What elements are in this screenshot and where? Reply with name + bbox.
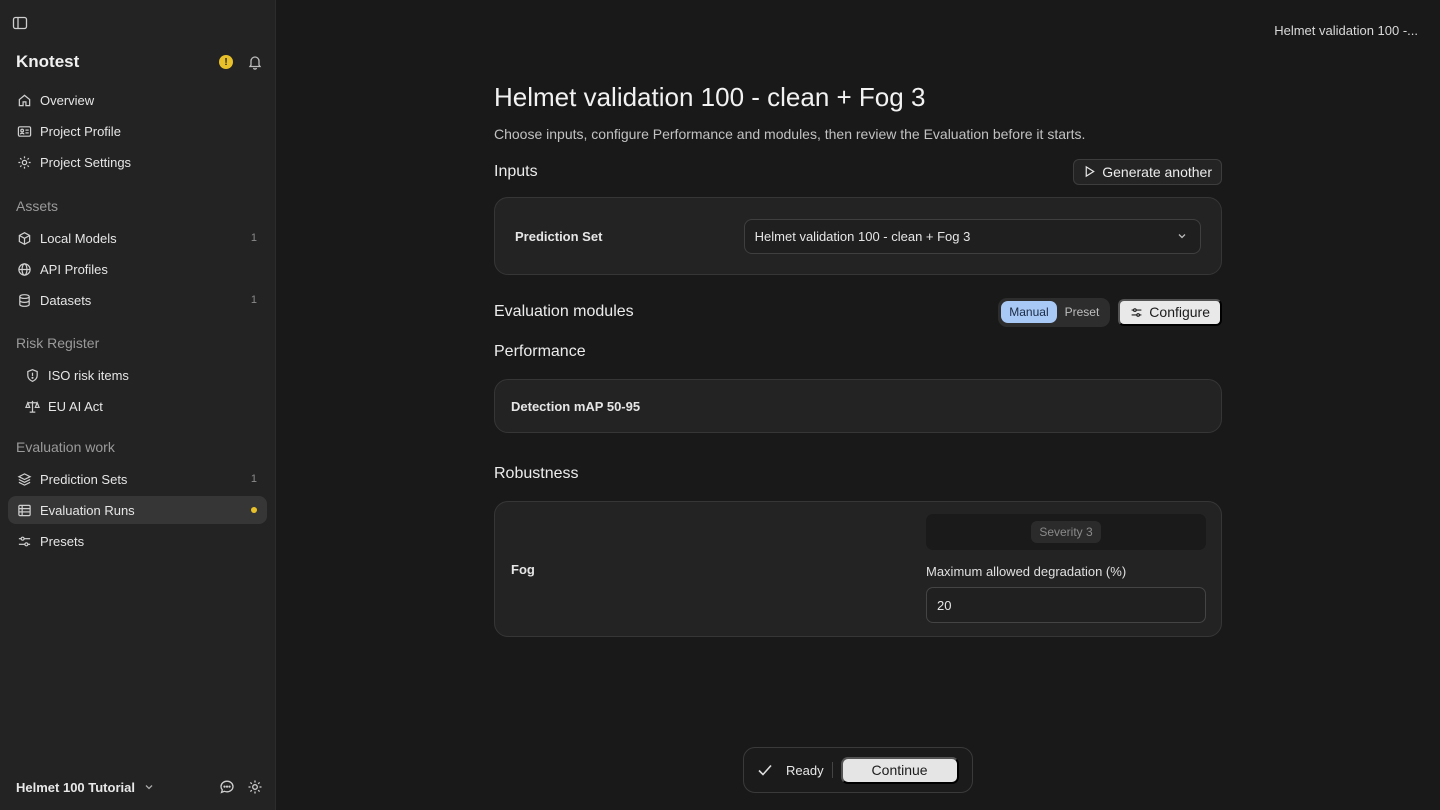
- severity-chip: Severity 3: [1031, 521, 1101, 543]
- sidebar-item-iso-risk-items[interactable]: ISO risk items: [8, 361, 267, 389]
- continue-button[interactable]: Continue: [840, 756, 959, 784]
- nav-assets: Assets Local Models 1 API Profiles Datas…: [8, 198, 267, 317]
- database-icon: [16, 292, 32, 308]
- warning-icon[interactable]: !: [219, 55, 233, 69]
- robustness-controls: Severity 3 Maximum allowed degradation (…: [926, 514, 1206, 623]
- sidebar-item-project-profile[interactable]: Project Profile: [8, 117, 267, 145]
- nav-risk: Risk Register ISO risk items EU AI Act: [8, 335, 267, 423]
- generate-another-label: Generate another: [1102, 163, 1212, 180]
- breadcrumb[interactable]: Helmet validation 100 -...: [1274, 23, 1418, 38]
- sidebar-item-label: ISO risk items: [48, 367, 129, 383]
- nav-top: Overview Project Profile Project Setting…: [8, 86, 267, 179]
- inputs-header: Inputs Generate another: [494, 158, 1222, 185]
- generate-another-button[interactable]: Generate another: [1073, 158, 1222, 185]
- configure-button[interactable]: Configure: [1118, 298, 1222, 326]
- project-switcher[interactable]: Helmet 100 Tutorial: [16, 780, 135, 795]
- shield-icon: [24, 367, 40, 383]
- main-content: Helmet validation 100 -... Helmet valida…: [276, 0, 1440, 810]
- sidebar-item-project-settings[interactable]: Project Settings: [8, 148, 267, 176]
- sidebar-item-presets[interactable]: Presets: [8, 527, 267, 555]
- count-badge: 1: [250, 473, 257, 485]
- sidebar-item-api-profiles[interactable]: API Profiles: [8, 255, 267, 283]
- performance-heading: Performance: [494, 343, 586, 360]
- mode-toggle: Manual Preset: [998, 297, 1111, 327]
- sidebar: Knotest ! Overview Project Profile Proje…: [0, 0, 276, 810]
- home-icon: [16, 92, 32, 108]
- sidebar-item-label: EU AI Act: [48, 398, 103, 414]
- chevron-down-icon: [1176, 230, 1188, 242]
- performance-metric: Detection mAP 50-95: [511, 398, 641, 414]
- chat-icon[interactable]: [219, 779, 235, 795]
- sidebar-item-label: Presets: [40, 533, 85, 549]
- robustness-card: Fog Severity 3 Maximum allowed degradati…: [494, 501, 1222, 637]
- severity-selector[interactable]: Severity 3: [926, 514, 1206, 550]
- status-text: Ready: [786, 762, 824, 778]
- chevron-down-icon[interactable]: [143, 781, 155, 793]
- check-icon: [756, 761, 774, 779]
- section-evaluation-work: Evaluation work: [16, 439, 115, 455]
- inputs-heading: Inputs: [494, 162, 538, 180]
- globe-icon: [16, 261, 32, 277]
- page-subtitle: Choose inputs, configure Performance and…: [494, 126, 1086, 142]
- table-icon: [16, 502, 32, 518]
- gear-icon: [16, 154, 32, 170]
- page-title: Helmet validation 100 - clean + Fog 3: [494, 82, 926, 112]
- mode-manual-button[interactable]: Manual: [1001, 301, 1057, 323]
- section-assets: Assets: [16, 198, 59, 214]
- prediction-set-label: Prediction Set: [515, 228, 603, 244]
- configure-label: Configure: [1149, 304, 1210, 320]
- sidebar-item-datasets[interactable]: Datasets 1: [8, 286, 267, 314]
- modules-header: Evaluation modules Manual Preset Configu…: [494, 297, 1222, 327]
- sidebar-item-label: Local Models: [40, 230, 117, 246]
- action-bar: Ready Continue: [743, 747, 973, 793]
- sidebar-item-label: Prediction Sets: [40, 471, 128, 487]
- sidebar-item-local-models[interactable]: Local Models 1: [8, 224, 267, 252]
- divider: [831, 762, 833, 778]
- performance-card: Detection mAP 50-95: [494, 379, 1222, 433]
- sidebar-footer: Helmet 100 Tutorial: [16, 776, 263, 798]
- settings-gear-icon[interactable]: [247, 779, 263, 795]
- prediction-set-select[interactable]: Helmet validation 100 - clean + Fog 3: [743, 218, 1201, 254]
- sidebar-item-label: API Profiles: [40, 261, 108, 277]
- prediction-set-value: Helmet validation 100 - clean + Fog 3: [754, 228, 971, 244]
- sidebar-item-prediction-sets[interactable]: Prediction Sets 1: [8, 465, 267, 493]
- workspace-header: Knotest !: [16, 52, 263, 72]
- id-card-icon: [16, 123, 32, 139]
- sidebar-item-evaluation-runs[interactable]: Evaluation Runs: [8, 496, 267, 524]
- cube-icon: [16, 230, 32, 246]
- status-dot: [251, 507, 257, 513]
- sidebar-item-label: Overview: [40, 92, 95, 108]
- sidebar-item-label: Project Settings: [40, 154, 132, 170]
- count-badge: 1: [250, 232, 257, 244]
- sidebar-item-label: Datasets: [40, 292, 92, 308]
- workspace-name[interactable]: Knotest: [16, 52, 219, 72]
- scale-icon: [24, 398, 40, 414]
- evaluation-setup: Helmet validation 100 - clean + Fog 3 Ch…: [494, 82, 1222, 637]
- evaluation-modules-heading: Evaluation modules: [494, 303, 634, 320]
- mode-preset-button[interactable]: Preset: [1057, 301, 1108, 323]
- sidebar-item-eu-ai-act[interactable]: EU AI Act: [8, 392, 267, 420]
- layers-icon: [16, 471, 32, 487]
- play-icon: [1083, 165, 1096, 178]
- sliders-icon: [16, 533, 32, 549]
- robustness-fog-label: Fog: [511, 562, 535, 577]
- sidebar-item-overview[interactable]: Overview: [8, 86, 267, 114]
- count-badge: 1: [250, 294, 257, 306]
- sidebar-item-label: Project Profile: [40, 123, 121, 139]
- bell-icon[interactable]: [247, 54, 263, 70]
- degradation-input[interactable]: 20: [926, 587, 1206, 623]
- inputs-card: Prediction Set Helmet validation 100 - c…: [494, 197, 1222, 275]
- sidebar-toggle-icon[interactable]: [12, 15, 28, 31]
- degradation-label: Maximum allowed degradation (%): [926, 564, 1127, 579]
- sidebar-item-label: Evaluation Runs: [40, 502, 135, 518]
- robustness-heading: Robustness: [494, 465, 579, 482]
- nav-evaluation: Evaluation work Prediction Sets 1 Evalua…: [8, 439, 267, 558]
- sliders-icon: [1130, 306, 1143, 319]
- section-risk-register: Risk Register: [16, 335, 100, 351]
